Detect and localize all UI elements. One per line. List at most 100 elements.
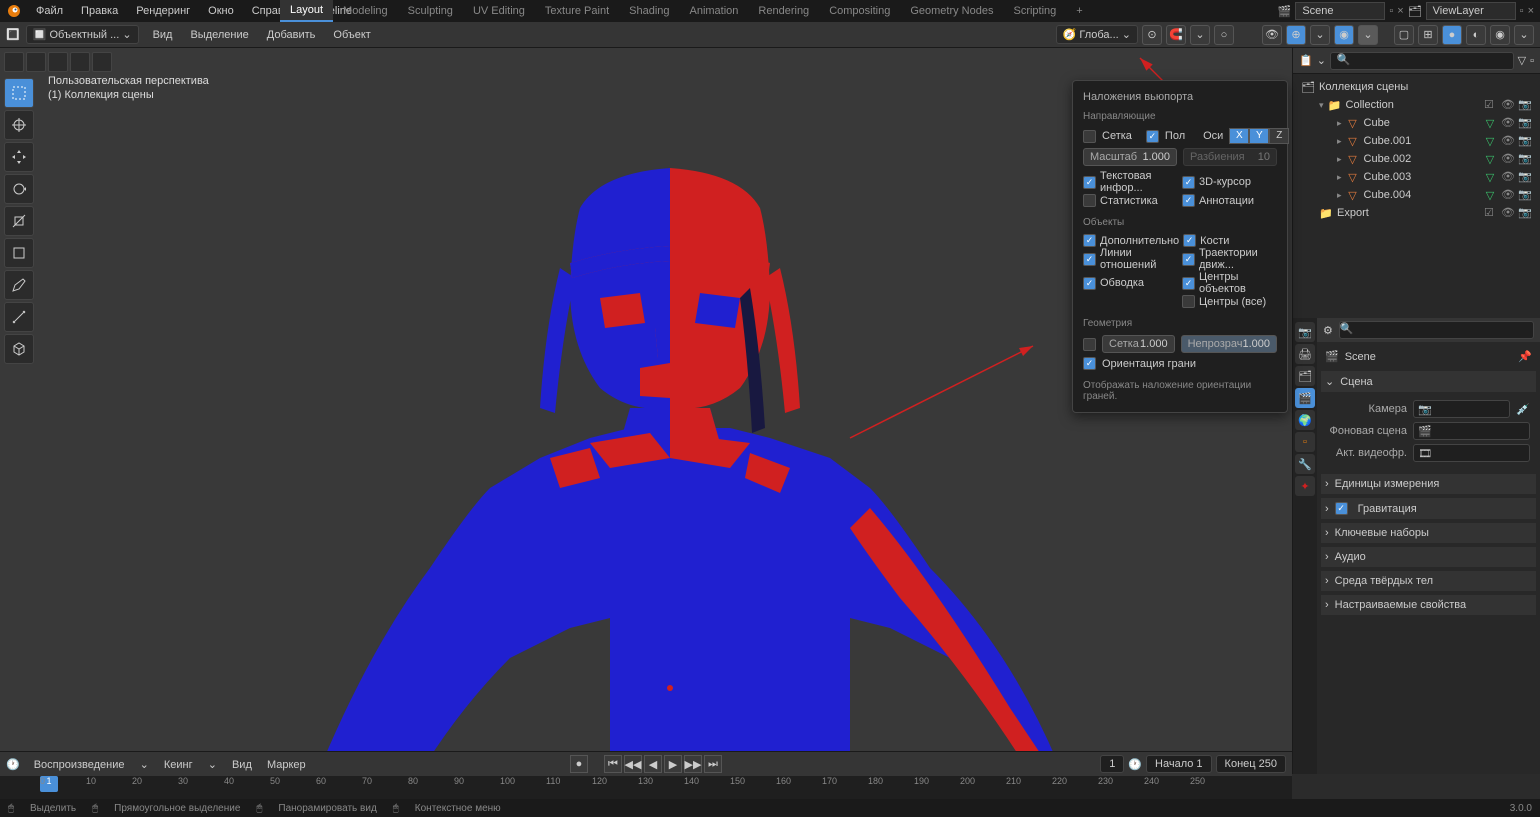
tab-scene[interactable]: 🎬 <box>1295 388 1315 408</box>
editor-type-icon[interactable]: 🔳 <box>6 28 20 41</box>
tab-sculpting[interactable]: Sculpting <box>398 1 463 21</box>
tab-modeling[interactable]: Modeling <box>333 1 398 21</box>
expand-icon[interactable]: ▸ <box>1337 118 1342 129</box>
outliner-filter-icon[interactable]: ▽ <box>1518 54 1526 67</box>
overlays-toggle[interactable]: ◉ <box>1334 25 1354 45</box>
timeline-track[interactable]: 1 01020304050607080901001101201301401501… <box>0 776 1292 800</box>
bgscene-field[interactable]: 🎬 <box>1413 422 1530 440</box>
viewlayer-browse-icon[interactable]: ▫ <box>1520 5 1524 17</box>
scene-close-icon[interactable]: × <box>1397 5 1403 17</box>
eye-icon[interactable]: 👁 <box>1501 98 1515 112</box>
expand-icon[interactable]: ▸ <box>1337 190 1342 201</box>
timeline-type-icon[interactable]: 🕐 <box>6 758 20 771</box>
panel-keying-header[interactable]: Ключевые наборы <box>1321 523 1536 543</box>
scale-field[interactable]: Масштаб1.000 <box>1083 148 1177 166</box>
outliner-search[interactable]: 🔍 <box>1330 52 1514 70</box>
rellines-checkbox[interactable] <box>1083 253 1096 266</box>
activeclip-field[interactable]: 🎞 <box>1413 444 1530 462</box>
bones-checkbox[interactable] <box>1183 234 1196 247</box>
tab-add[interactable]: + <box>1066 1 1092 21</box>
tab-object[interactable]: ▫ <box>1295 432 1315 452</box>
tree-item-cube002[interactable]: ▸ ▽ Cube.002 ▽ 👁📷 <box>1297 150 1536 168</box>
select-icon-3[interactable] <box>48 52 68 72</box>
mode-select[interactable]: 🔲 Объектный ... ⌄ <box>26 25 139 44</box>
tab-uvediting[interactable]: UV Editing <box>463 1 535 21</box>
subdiv-field[interactable]: Разбиения10 <box>1183 148 1277 166</box>
wireframe-field[interactable]: Сетка1.000 <box>1102 335 1175 353</box>
outliner-new-icon[interactable]: ▫ <box>1530 55 1534 67</box>
tree-item-cube004[interactable]: ▸ ▽ Cube.004 ▽ 👁📷 <box>1297 186 1536 204</box>
tree-item-cube001[interactable]: ▸ ▽ Cube.001 ▽ 👁📷 <box>1297 132 1536 150</box>
eye-icon[interactable]: 👁 <box>1501 134 1515 148</box>
faceorient-checkbox[interactable] <box>1083 357 1096 370</box>
menu-keying-dropdown2[interactable]: ⌄ <box>202 757 223 773</box>
tree-export[interactable]: 📁 Export ☑👁📷 <box>1297 204 1536 222</box>
tool-scale[interactable] <box>4 206 34 236</box>
render-icon[interactable]: 📷 <box>1518 116 1532 130</box>
viewport[interactable]: Пользовательская перспектива (1) Коллекц… <box>0 48 1292 774</box>
motionpaths-checkbox[interactable] <box>1182 253 1195 266</box>
eye-icon[interactable]: 👁 <box>1501 170 1515 184</box>
tree-collection[interactable]: ▾ 📁 Collection ☑👁📷 <box>1297 96 1536 114</box>
axis-x-toggle[interactable]: X <box>1229 128 1249 144</box>
tab-output[interactable]: 🖨 <box>1295 344 1315 364</box>
gravity-checkbox[interactable] <box>1335 502 1348 515</box>
proportional-icon[interactable]: ○ <box>1214 25 1234 45</box>
current-frame-field[interactable]: 1 <box>1100 755 1124 773</box>
tab-rendering[interactable]: Rendering <box>748 1 819 21</box>
tree-item-cube003[interactable]: ▸ ▽ Cube.003 ▽ 👁📷 <box>1297 168 1536 186</box>
snap-dropdown[interactable]: ⌄ <box>1190 25 1210 45</box>
render-icon[interactable]: 📷 <box>1518 206 1532 220</box>
pin-icon[interactable]: 📌 <box>1518 350 1532 363</box>
panel-custom-header[interactable]: Настраиваемые свойства <box>1321 595 1536 615</box>
origins-checkbox[interactable] <box>1182 277 1195 290</box>
annotations-checkbox[interactable] <box>1182 194 1195 207</box>
tree-scene-collection[interactable]: 🗂 Коллекция сцены <box>1297 78 1536 96</box>
expand-icon[interactable]: ▸ <box>1337 172 1342 183</box>
shading-dropdown[interactable]: ⌄ <box>1514 25 1534 45</box>
shading-rendered[interactable]: ◉ <box>1490 25 1510 45</box>
tab-modifier[interactable]: 🔧 <box>1295 454 1315 474</box>
render-icon[interactable]: 📷 <box>1518 152 1532 166</box>
originsall-checkbox[interactable] <box>1182 295 1195 308</box>
menu-view[interactable]: Вид <box>145 26 181 44</box>
tab-viewlayer[interactable]: 🗂 <box>1295 366 1315 386</box>
select-icon-5[interactable] <box>92 52 112 72</box>
viewlayer-icon[interactable]: 🗂 <box>1408 5 1422 18</box>
orientation-select[interactable]: 🧭 Глоба... ⌄ <box>1056 25 1138 44</box>
tab-texturepaint[interactable]: Texture Paint <box>535 1 619 21</box>
statistics-checkbox[interactable] <box>1083 194 1096 207</box>
eye-icon[interactable]: 👁 <box>1501 152 1515 166</box>
tool-add-cube[interactable] <box>4 334 34 364</box>
menu-marker[interactable]: Маркер <box>261 757 312 773</box>
opacity-field[interactable]: Непрозрач1.000 <box>1181 335 1277 353</box>
exclude-toggle[interactable]: ☑ <box>1484 206 1498 220</box>
floor-checkbox[interactable] <box>1146 130 1159 143</box>
render-icon[interactable]: 📷 <box>1518 188 1532 202</box>
render-icon[interactable]: 📷 <box>1518 170 1532 184</box>
tool-annotate[interactable] <box>4 270 34 300</box>
scene-browse-icon[interactable]: ▫ <box>1389 5 1393 17</box>
properties-type-icon[interactable]: ⚙ <box>1323 324 1333 337</box>
textinfo-checkbox[interactable] <box>1083 176 1096 189</box>
tool-rotate[interactable] <box>4 174 34 204</box>
panel-scene-header[interactable]: Сцена <box>1321 371 1536 392</box>
snap-toggle[interactable]: 🧲 <box>1166 25 1186 45</box>
shading-material[interactable]: ◐ <box>1466 25 1486 45</box>
expand-icon[interactable]: ▸ <box>1337 154 1342 165</box>
select-icon-4[interactable] <box>70 52 90 72</box>
tab-compositing[interactable]: Compositing <box>819 1 900 21</box>
tab-layout[interactable]: Layout <box>280 0 333 22</box>
play-icon[interactable]: ▶ <box>664 755 682 773</box>
tab-shading[interactable]: Shading <box>619 1 679 21</box>
panel-audio-header[interactable]: Аудио <box>1321 547 1536 567</box>
scene-icon[interactable]: 🎬 <box>1278 5 1292 18</box>
render-icon[interactable]: 📷 <box>1518 98 1532 112</box>
extras-checkbox[interactable] <box>1083 234 1096 247</box>
grid-checkbox[interactable] <box>1083 130 1096 143</box>
tab-animation[interactable]: Animation <box>680 1 749 21</box>
panel-units-header[interactable]: Единицы измерения <box>1321 474 1536 494</box>
tree-item-cube[interactable]: ▸ ▽ Cube ▽ 👁📷 <box>1297 114 1536 132</box>
shading-wireframe[interactable]: ⊞ <box>1418 25 1438 45</box>
eye-icon[interactable]: 👁 <box>1501 188 1515 202</box>
